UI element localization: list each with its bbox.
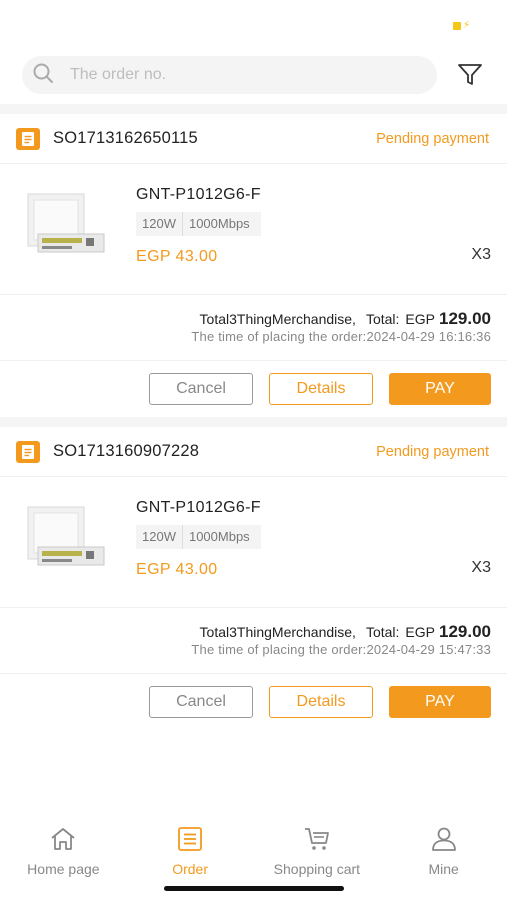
order-time: 2024-04-29 16:16:36 xyxy=(366,329,491,344)
cancel-button[interactable]: Cancel xyxy=(149,373,253,405)
product-tag: 120W xyxy=(142,216,176,231)
item-count-text: Total3ThingMerchandise, xyxy=(199,311,356,327)
item-count-text: Total3ThingMerchandise, xyxy=(199,624,356,640)
section-divider xyxy=(0,104,507,114)
product-name: GNT-P1012G6-F xyxy=(136,499,261,516)
order-total-line: Total3ThingMerchandise, Total: EGP 129.00 xyxy=(0,295,491,329)
user-icon xyxy=(430,826,458,857)
order-time-line: The time of placing the order:2024-04-29… xyxy=(0,642,491,657)
battery-icon: ⚡ xyxy=(453,20,475,31)
product-tags: 120W 1000Mbps xyxy=(136,212,261,236)
search-icon xyxy=(32,62,54,89)
cart-icon xyxy=(303,826,331,857)
pay-button[interactable]: PAY xyxy=(389,686,491,718)
order-time-line: The time of placing the order:2024-04-29… xyxy=(0,329,491,344)
details-button[interactable]: Details xyxy=(269,686,373,718)
filter-icon[interactable] xyxy=(455,60,485,90)
order-header: SO1713162650115 Pending payment xyxy=(0,114,507,164)
order-actions: Cancel Details PAY xyxy=(0,361,507,417)
product-image xyxy=(20,499,114,585)
tab-home[interactable]: Home page xyxy=(0,808,127,900)
product-image xyxy=(20,186,114,272)
order-status: Pending payment xyxy=(376,130,489,147)
tab-label: Mine xyxy=(428,861,459,877)
tab-mine[interactable]: Mine xyxy=(380,808,507,900)
order-status: Pending payment xyxy=(376,443,489,460)
order-actions: Cancel Details PAY xyxy=(0,674,507,730)
order-number: SO1713160907228 xyxy=(53,442,200,460)
order-card: SO1713162650115 Pending payment GNT-P101… xyxy=(0,114,507,417)
product-name: GNT-P1012G6-F xyxy=(136,186,261,203)
search-row xyxy=(0,52,507,98)
total-amount: 129.00 xyxy=(439,309,491,328)
bottom-tab-bar: Home page Order Shopping cart Mine xyxy=(0,808,507,900)
order-item[interactable]: GNT-P1012G6-F 120W 1000Mbps EGP 43.00 X3 xyxy=(0,477,507,608)
home-icon xyxy=(49,826,77,857)
total-currency: EGP xyxy=(405,624,435,640)
order-card: SO1713160907228 Pending payment GNT-P101… xyxy=(0,427,507,730)
order-time: 2024-04-29 15:47:33 xyxy=(366,642,491,657)
search-input[interactable] xyxy=(70,66,370,84)
status-bar: ⚡ xyxy=(0,0,507,52)
pay-button[interactable]: PAY xyxy=(389,373,491,405)
product-tags: 120W 1000Mbps xyxy=(136,525,261,549)
total-label: Total: xyxy=(365,624,400,640)
cancel-button[interactable]: Cancel xyxy=(149,686,253,718)
tab-label: Shopping cart xyxy=(273,861,361,877)
product-tag: 120W xyxy=(142,529,176,544)
product-price: EGP 43.00 xyxy=(136,561,218,578)
order-document-icon xyxy=(16,440,40,463)
details-button[interactable]: Details xyxy=(269,373,373,405)
tab-label: Home page xyxy=(27,861,100,877)
section-divider xyxy=(0,417,507,427)
order-list-icon xyxy=(176,826,204,857)
search-box[interactable] xyxy=(22,56,437,94)
product-tag: 1000Mbps xyxy=(181,212,256,236)
order-summary: Total3ThingMerchandise, Total: EGP 129.00 T… xyxy=(0,295,507,361)
total-label: Total: xyxy=(365,311,400,327)
home-indicator xyxy=(164,886,344,891)
product-quantity: X3 xyxy=(471,559,491,576)
order-number: SO1713162650115 xyxy=(53,129,198,147)
order-time-label: The time of placing the order: xyxy=(191,329,367,344)
item-info: GNT-P1012G6-F 120W 1000Mbps EGP 43.00 xyxy=(136,499,261,579)
tab-label: Order xyxy=(172,861,209,877)
order-item[interactable]: GNT-P1012G6-F 120W 1000Mbps EGP 43.00 X3 xyxy=(0,164,507,295)
order-document-icon xyxy=(16,127,40,150)
total-amount: 129.00 xyxy=(439,622,491,641)
product-price: EGP 43.00 xyxy=(136,248,218,265)
order-time-label: The time of placing the order: xyxy=(191,642,367,657)
order-header: SO1713160907228 Pending payment xyxy=(0,427,507,477)
order-total-line: Total3ThingMerchandise, Total: EGP 129.00 xyxy=(0,608,491,642)
product-tag: 1000Mbps xyxy=(181,525,256,549)
product-quantity: X3 xyxy=(471,246,491,263)
order-summary: Total3ThingMerchandise, Total: EGP 129.00 T… xyxy=(0,608,507,674)
item-info: GNT-P1012G6-F 120W 1000Mbps EGP 43.00 xyxy=(136,186,261,266)
total-currency: EGP xyxy=(405,311,435,327)
